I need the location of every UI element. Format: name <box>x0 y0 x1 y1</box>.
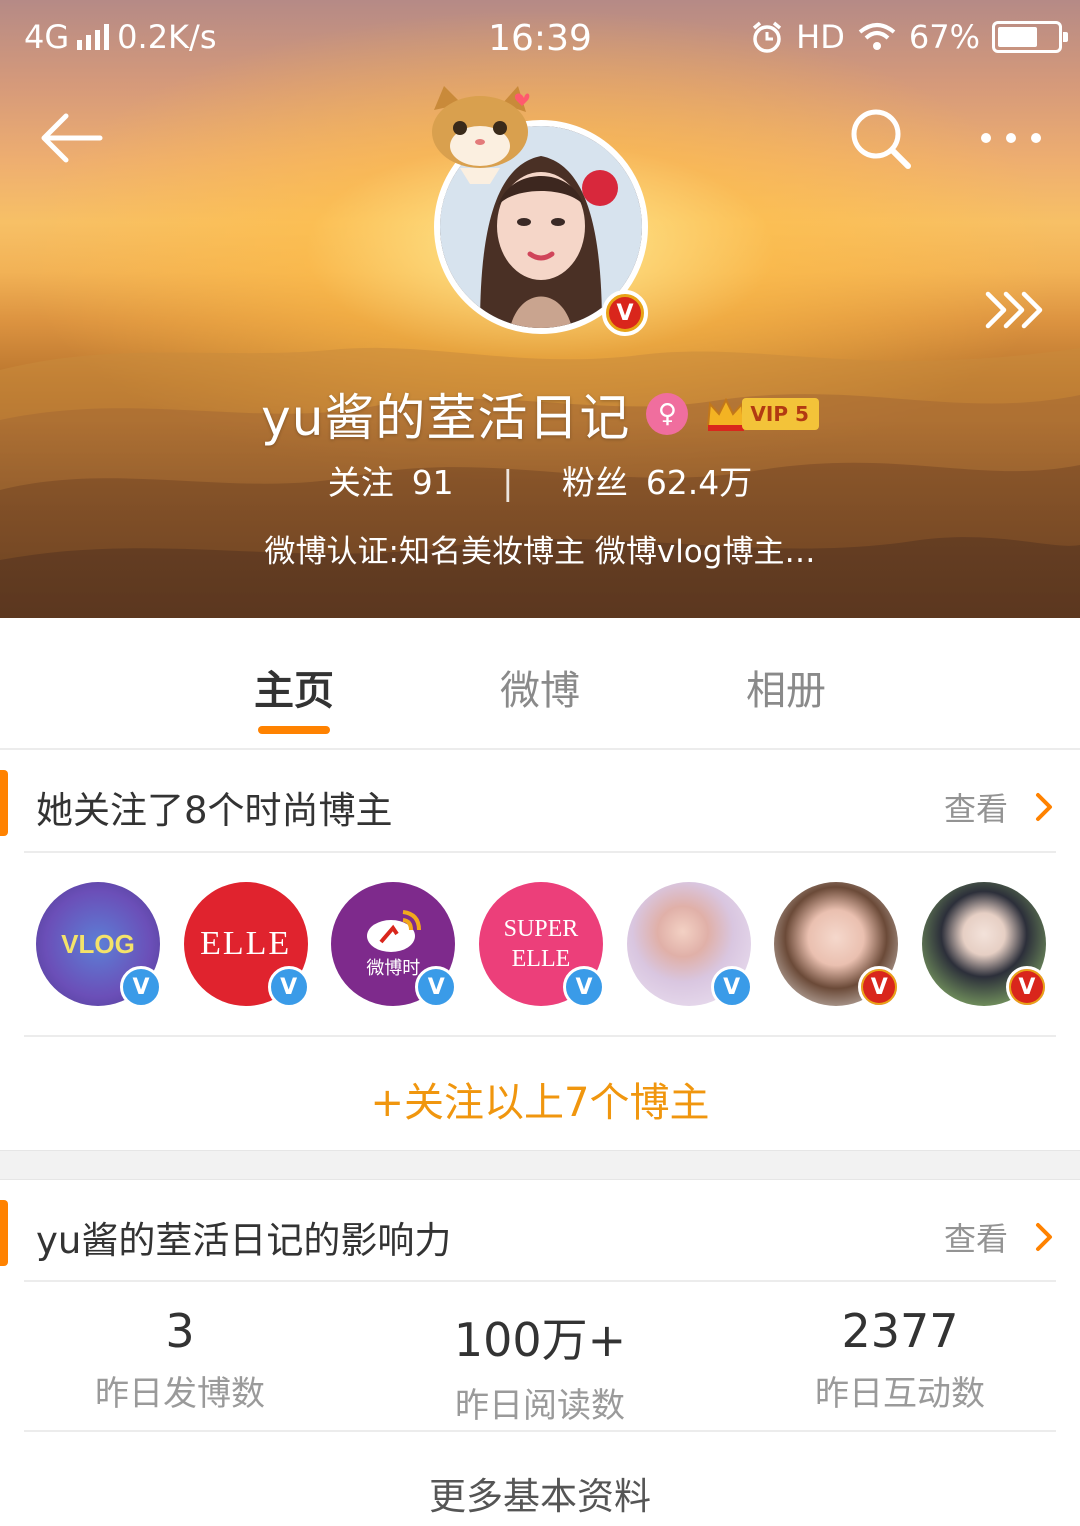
verified-badge: V <box>1005 966 1048 1008</box>
stat-label: 昨日互动数 <box>815 1374 985 1414</box>
divider <box>24 1280 1056 1282</box>
influence-section-title: yu酱的荎活日记的影响力 <box>36 1219 452 1262</box>
username: yu酱的荎活日记 <box>261 389 631 447</box>
tab-album[interactable]: 相册 <box>686 658 886 716</box>
profile-tabs: 主页 微博 相册 <box>0 618 1080 750</box>
count-separator: | <box>502 463 514 502</box>
stat-value: 100万+ <box>453 1313 627 1367</box>
tab-weibo[interactable]: 微博 <box>440 658 640 716</box>
verified-badge: V <box>120 966 162 1008</box>
follow-all-button[interactable]: +关注以上7个博主 <box>0 1070 1080 1128</box>
blogger-avatar-7[interactable]: V <box>921 882 1048 1008</box>
followers-count: 62.4万 <box>645 463 753 502</box>
forward-arrows-icon[interactable] <box>984 290 1046 330</box>
blogger-avatar-weibo-fashion[interactable]: 微博时 V <box>331 882 458 1008</box>
divider <box>24 1035 1056 1037</box>
section-accent-bar <box>0 1200 8 1266</box>
back-arrow-icon[interactable] <box>36 108 106 168</box>
alarm-icon <box>753 21 782 53</box>
blogger-avatar-vlog[interactable]: VLOG V <box>36 882 162 1008</box>
weibo-logo-icon <box>367 910 422 952</box>
battery-percent: 67% <box>908 18 980 56</box>
status-bar: 4G 0.2K/s 16:39 HD 67% <box>0 14 1080 64</box>
divider <box>24 1430 1056 1432</box>
following-count: 91 <box>411 463 454 502</box>
verified-badge: V <box>710 966 753 1008</box>
divider <box>24 851 1056 853</box>
stat-label: 昨日阅读数 <box>455 1386 625 1426</box>
stat-value: 2377 <box>841 1304 959 1358</box>
verified-badge: V <box>267 966 310 1008</box>
verified-badge: V <box>562 966 605 1008</box>
more-info-link[interactable]: 更多基本资料 <box>0 1466 1080 1520</box>
blogger-avatar-6[interactable]: V <box>774 882 901 1008</box>
fashion-view-more[interactable]: 查看 <box>944 784 1054 830</box>
influence-view-more[interactable]: 查看 <box>944 1214 1054 1260</box>
influence-stats: 3 昨日发博数 100万+ 昨日阅读数 2377 昨日互动数 <box>0 1304 1080 1427</box>
followers-link[interactable]: 粉丝 62.4万 <box>562 463 752 502</box>
female-gender-icon: ♀ <box>646 393 689 435</box>
battery-icon <box>992 21 1068 53</box>
cat-sticker-icon <box>432 86 530 184</box>
stat-reads: 100万+ 昨日阅读数 <box>360 1304 720 1427</box>
chevron-right-icon <box>1036 793 1052 821</box>
verified-badge: V <box>602 290 648 336</box>
stat-interactions: 2377 昨日互动数 <box>720 1304 1080 1427</box>
active-tab-indicator <box>258 726 330 734</box>
blogger-avatar-list: VLOG V ELLE V 微博时 V SUPER ELLE V V V V <box>36 882 1048 1008</box>
section-accent-bar <box>0 770 8 836</box>
stat-value: 3 <box>165 1304 195 1358</box>
blogger-avatar-elle[interactable]: ELLE V <box>183 882 310 1008</box>
search-icon[interactable] <box>848 106 914 172</box>
stat-label: 昨日发博数 <box>95 1374 265 1414</box>
verification-text[interactable]: 微博认证:知名美妆博主 微博vlog博主… <box>0 526 1080 571</box>
chevron-right-icon <box>1036 1223 1052 1251</box>
profile-header: 4G 0.2K/s 16:39 HD 67% V yu酱的荎活日记 ♀ VIP … <box>0 0 1080 618</box>
blogger-avatar-5[interactable]: V <box>626 882 753 1008</box>
follow-counts: 关注 91 | 粉丝 62.4万 <box>0 456 1080 504</box>
stat-posts: 3 昨日发博数 <box>0 1304 360 1427</box>
hd-indicator: HD <box>796 18 845 56</box>
wifi-icon <box>858 23 896 50</box>
username-row: yu酱的荎活日记 ♀ VIP 5 <box>0 378 1080 450</box>
tab-home[interactable]: 主页 <box>194 658 394 716</box>
blogger-avatar-super-elle[interactable]: SUPER ELLE V <box>478 882 605 1008</box>
verified-badge: V <box>858 966 901 1008</box>
status-right: HD 67% <box>750 18 1068 56</box>
section-gap <box>0 1150 1080 1180</box>
vip-badge[interactable]: VIP 5 <box>704 394 819 434</box>
more-icon[interactable] <box>976 128 1046 148</box>
following-link[interactable]: 关注 91 <box>328 463 454 502</box>
fashion-section-title: 她关注了8个时尚博主 <box>36 789 393 832</box>
vip-level: VIP 5 <box>742 398 819 430</box>
verified-badge: V <box>415 966 458 1008</box>
